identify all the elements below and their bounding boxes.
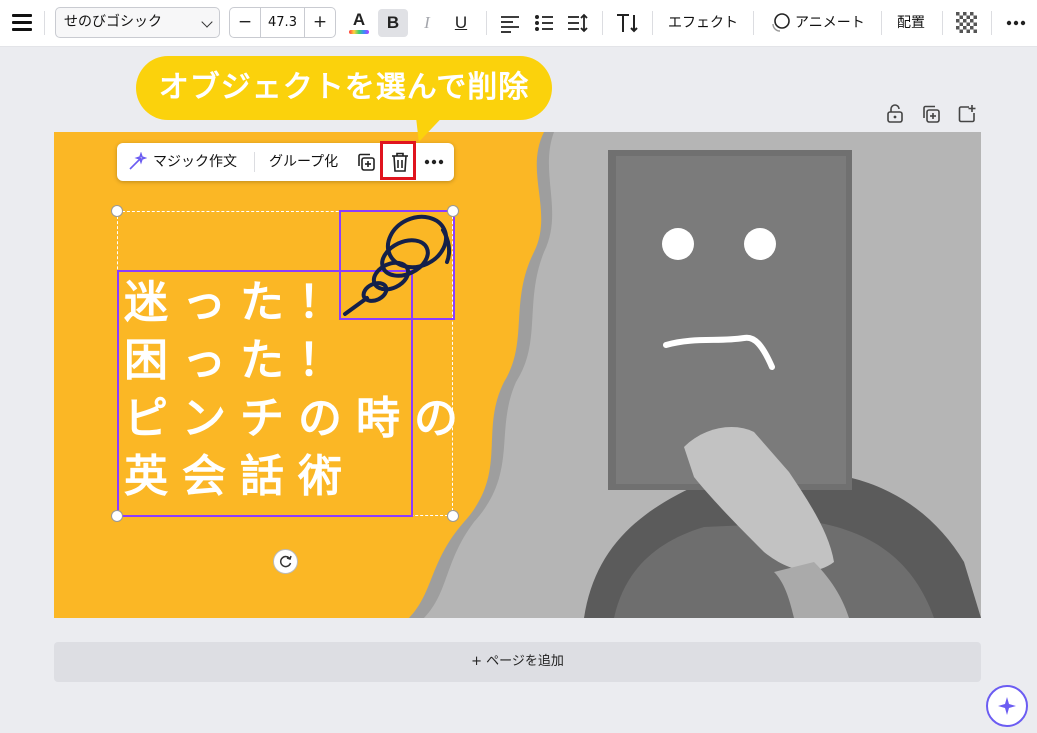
more-options-icon[interactable] [424,159,444,165]
headline-line: 英会話術 [124,451,356,502]
bold-button[interactable]: B [378,9,408,37]
headline-line: 迷った！ [124,277,356,328]
resize-handle-top-right[interactable] [447,205,459,217]
duplicate-icon[interactable] [356,152,376,172]
headline-text[interactable]: 迷った！ 困った！ ピンチの時の 英会話術 [124,274,472,506]
toolbar-divider [602,11,603,35]
lock-icon[interactable] [886,104,904,124]
toolbar-divider [991,11,992,35]
more-options-icon[interactable] [1006,20,1026,26]
toolbar-divider [753,11,754,35]
underline-button[interactable]: U [449,9,473,37]
rotate-icon [279,555,292,568]
font-size-input[interactable]: 47.3 [260,8,305,37]
font-size-stepper[interactable]: − 47.3 + [229,7,336,38]
magic-wand-icon [129,152,147,170]
resize-handle-bottom-left[interactable] [111,510,123,522]
toolbar-divider [652,11,653,35]
menu-icon[interactable] [12,14,32,32]
instruction-callout: オブジェクトを選んで削除 [136,56,552,120]
headline-line: ピンチの時の [124,393,472,444]
add-page-button[interactable]: + ページを追加 [54,642,981,682]
duplicate-page-icon[interactable] [921,104,941,124]
decrease-font-size-button[interactable]: − [230,8,261,37]
rotate-handle[interactable] [273,549,298,574]
font-family-select[interactable]: せのびゴシック [55,7,220,38]
animate-button[interactable]: アニメート [795,9,865,37]
list-icon[interactable] [534,13,554,33]
magic-write-button[interactable]: マジック作文 [153,143,237,181]
toolbar-divider [44,11,45,35]
text-color-button[interactable]: A [347,9,371,37]
text-orientation-icon[interactable] [615,11,639,35]
toolbar-divider [486,11,487,35]
resize-handle-bottom-right[interactable] [447,510,459,522]
sparkle-icon [998,697,1016,715]
line-spacing-icon[interactable] [567,12,589,34]
editor-toolbar: せのびゴシック − 47.3 + A B I U エフェクト アニメート 配置 [0,0,1037,47]
animate-icon[interactable] [769,12,791,34]
context-divider [254,152,255,172]
effects-button[interactable]: エフェクト [668,9,738,37]
position-button[interactable]: 配置 [897,9,925,37]
text-color-letter: A [352,10,366,29]
chevron-down-icon [201,16,213,28]
font-family-value: せのびゴシック [64,14,162,30]
align-left-icon[interactable] [500,13,520,33]
transparency-icon[interactable] [956,12,977,33]
resize-handle-top-left[interactable] [111,205,123,217]
toolbar-divider [881,11,882,35]
headline-line: 困った！ [124,335,356,386]
increase-font-size-button[interactable]: + [304,8,335,37]
magic-assistant-button[interactable] [986,685,1028,727]
toolbar-divider [942,11,943,35]
italic-button[interactable]: I [416,9,438,37]
color-rainbow-bar [349,30,369,34]
add-page-icon[interactable] [957,104,977,124]
delete-highlight-box [380,141,416,180]
group-button[interactable]: グループ化 [269,143,338,181]
